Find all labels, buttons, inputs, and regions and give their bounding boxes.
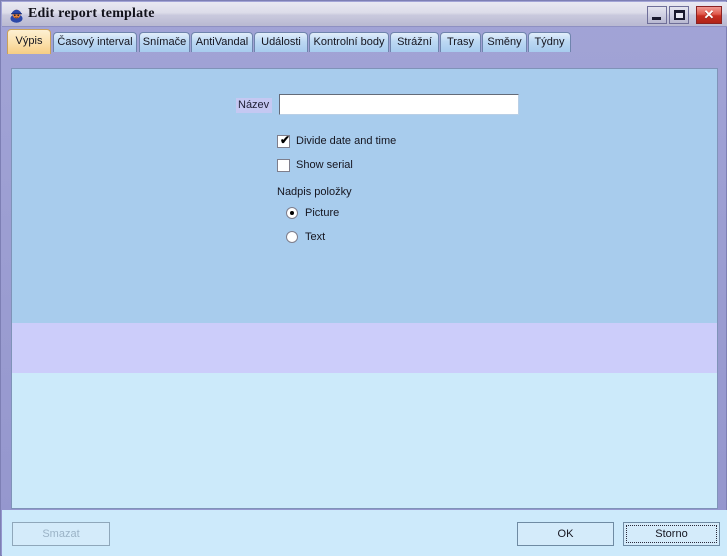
checkbox-icon-checked[interactable]: ✔ — [277, 133, 291, 148]
radio-icon-unselected[interactable] — [286, 231, 298, 243]
tab-snimace[interactable]: Snímače — [139, 32, 190, 52]
tab-smeny[interactable]: Směny — [482, 32, 527, 52]
name-input[interactable] — [279, 94, 519, 115]
report-template-form: Název ✔ Divide date and time Show serial… — [12, 69, 717, 508]
checkbox-icon-unchecked[interactable] — [277, 159, 290, 172]
checkbox-label-divide-date-and-time: Divide date and time — [296, 135, 397, 147]
dialog-footer: Smazat OK Storno — [2, 510, 727, 556]
cancel-button[interactable]: Storno — [623, 522, 720, 546]
tab-bar: Výpis Časový interval Snímače AntiVandal… — [2, 27, 727, 55]
close-icon: ✕ — [703, 7, 715, 22]
tab-content-panel: Název ✔ Divide date and time Show serial… — [11, 68, 718, 509]
radio-icon-selected[interactable] — [286, 207, 298, 219]
tab-casovy-interval[interactable]: Časový interval — [53, 32, 137, 52]
title-bar: Edit report template ✕ — [2, 2, 727, 27]
tab-antivandal[interactable]: AntiVandal — [191, 32, 253, 52]
minimize-icon — [652, 17, 661, 20]
edit-report-template-window: Edit report template ✕ Výpis Časový inte… — [0, 0, 727, 556]
tab-kontrolni-body[interactable]: Kontrolní body — [309, 32, 389, 52]
tab-tydny[interactable]: Týdny — [528, 32, 571, 52]
name-label: Název — [236, 98, 273, 113]
tab-vypis[interactable]: Výpis — [7, 29, 51, 54]
radio-label-text: Text — [305, 231, 326, 243]
tab-strazni[interactable]: Strážní — [390, 32, 439, 52]
ok-button[interactable]: OK — [517, 522, 614, 546]
cancel-button-label: Storno — [655, 528, 688, 540]
close-button[interactable]: ✕ — [696, 6, 722, 24]
tab-udalosti[interactable]: Události — [254, 32, 308, 52]
guard-officer-icon — [8, 6, 25, 23]
maximize-button[interactable] — [669, 6, 689, 24]
check-mark-icon: ✔ — [280, 133, 291, 147]
minimize-button[interactable] — [647, 6, 667, 24]
window-title: Edit report template — [28, 6, 155, 21]
radio-group-label: Nadpis položky — [277, 186, 352, 198]
delete-button[interactable]: Smazat — [12, 522, 110, 546]
radio-dot-icon — [290, 211, 294, 215]
radio-label-picture: Picture — [305, 207, 340, 219]
maximize-icon — [674, 10, 685, 20]
checkbox-label-show-serial: Show serial — [296, 159, 353, 171]
tab-trasy[interactable]: Trasy — [440, 32, 481, 52]
